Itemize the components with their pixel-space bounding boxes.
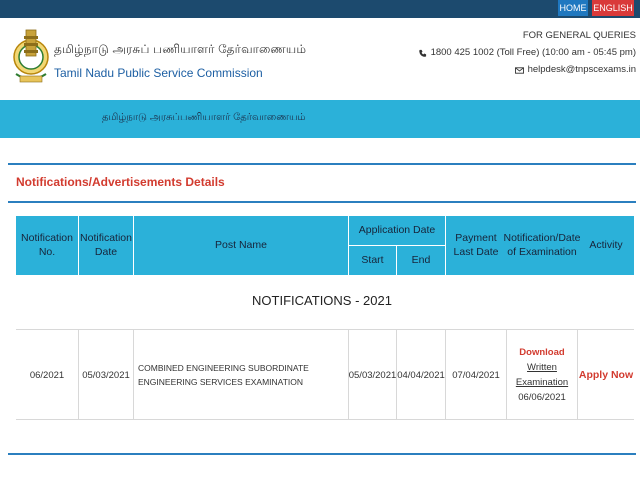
section-title: NOTIFICATIONS - 2021 [252, 293, 392, 308]
panel-title: Notifications/Advertisements Details [16, 175, 225, 189]
header-divider [133, 216, 134, 275]
row-divider [506, 330, 507, 420]
th-notification-no: Notification No. [21, 232, 73, 258]
th-notification-date-of-exam: Notification/Date of Examination [503, 232, 581, 258]
panel-divider [8, 201, 636, 203]
written-link[interactable]: Written [527, 360, 557, 375]
email-icon [514, 66, 524, 74]
english-button[interactable]: ENGLISH [592, 0, 634, 16]
row-divider [445, 330, 446, 420]
header-divider [396, 246, 397, 275]
title-band: தமிழ்நாடு அரசுப்பணியாளர் தேர்வாணையம் [0, 100, 640, 138]
cell-end-date: 04/04/2021 [397, 369, 445, 381]
site-header: தமிழ்நாடு அரசுப் பணியாளர் தேர்வாணையம் Ta… [0, 18, 640, 100]
row-divider [577, 330, 578, 420]
cell-payment-last-date: 07/04/2021 [452, 369, 500, 381]
brand-english-name: Tamil Nadu Public Service Commission [54, 66, 263, 80]
cell-start-date: 05/03/2021 [348, 369, 397, 381]
row-divider [396, 330, 397, 420]
top-bar: HOME ENGLISH [0, 0, 640, 18]
exam-date: 06/06/2021 [518, 392, 566, 404]
table-header: Notification No. Notification Date Post … [16, 216, 634, 275]
home-button[interactable]: HOME [558, 0, 588, 16]
th-start: Start [361, 253, 384, 266]
cell-notification-no: 06/2021 [29, 369, 65, 381]
apply-now-button[interactable]: Apply Now [579, 369, 633, 381]
th-application-date: Application Date [358, 223, 436, 236]
header-divider [445, 216, 446, 275]
table-row: 06/2021 05/03/2021 COMBINED ENGINEERING … [16, 329, 634, 420]
phone-icon [418, 49, 426, 57]
row-divider [78, 330, 79, 420]
cell-notification-date: 05/03/2021 [82, 369, 130, 381]
cell-post-name: COMBINED ENGINEERING SUBORDINATE ENGINEE… [138, 362, 309, 387]
cell-exam-notification: Download Written Examination 06/06/2021 [507, 330, 577, 420]
header-divider [78, 216, 79, 275]
th-end: End [411, 253, 431, 266]
email-address[interactable]: helpdesk@tnpscexams.in [528, 64, 636, 77]
header-divider [349, 245, 445, 246]
general-queries: FOR GENERAL QUERIES 1800 425 1002 (Toll … [418, 30, 636, 76]
examination-link[interactable]: Examination [516, 375, 568, 390]
th-post-name: Post Name [215, 238, 267, 251]
th-activity: Activity [589, 238, 623, 251]
notifications-panel: Notifications/Advertisements Details Not… [8, 163, 636, 455]
th-notification-date: Notification Date [80, 232, 132, 258]
row-divider [348, 330, 349, 420]
phone-number: 1800 425 1002 (Toll Free) (10:00 am - 05… [430, 46, 636, 58]
row-divider [133, 330, 134, 420]
tn-emblem-logo[interactable] [12, 24, 50, 86]
band-tamil-text: தமிழ்நாடு அரசுப்பணியாளர் தேர்வாணையம் [102, 112, 306, 123]
cell-activity: Apply Now [578, 330, 634, 420]
brand-tamil-name: தமிழ்நாடு அரசுப் பணியாளர் தேர்வாணையம் [54, 42, 307, 56]
th-payment-last-date: Payment Last Date [453, 232, 499, 258]
download-link[interactable]: Download [519, 345, 564, 360]
queries-heading: FOR GENERAL QUERIES [522, 30, 636, 41]
